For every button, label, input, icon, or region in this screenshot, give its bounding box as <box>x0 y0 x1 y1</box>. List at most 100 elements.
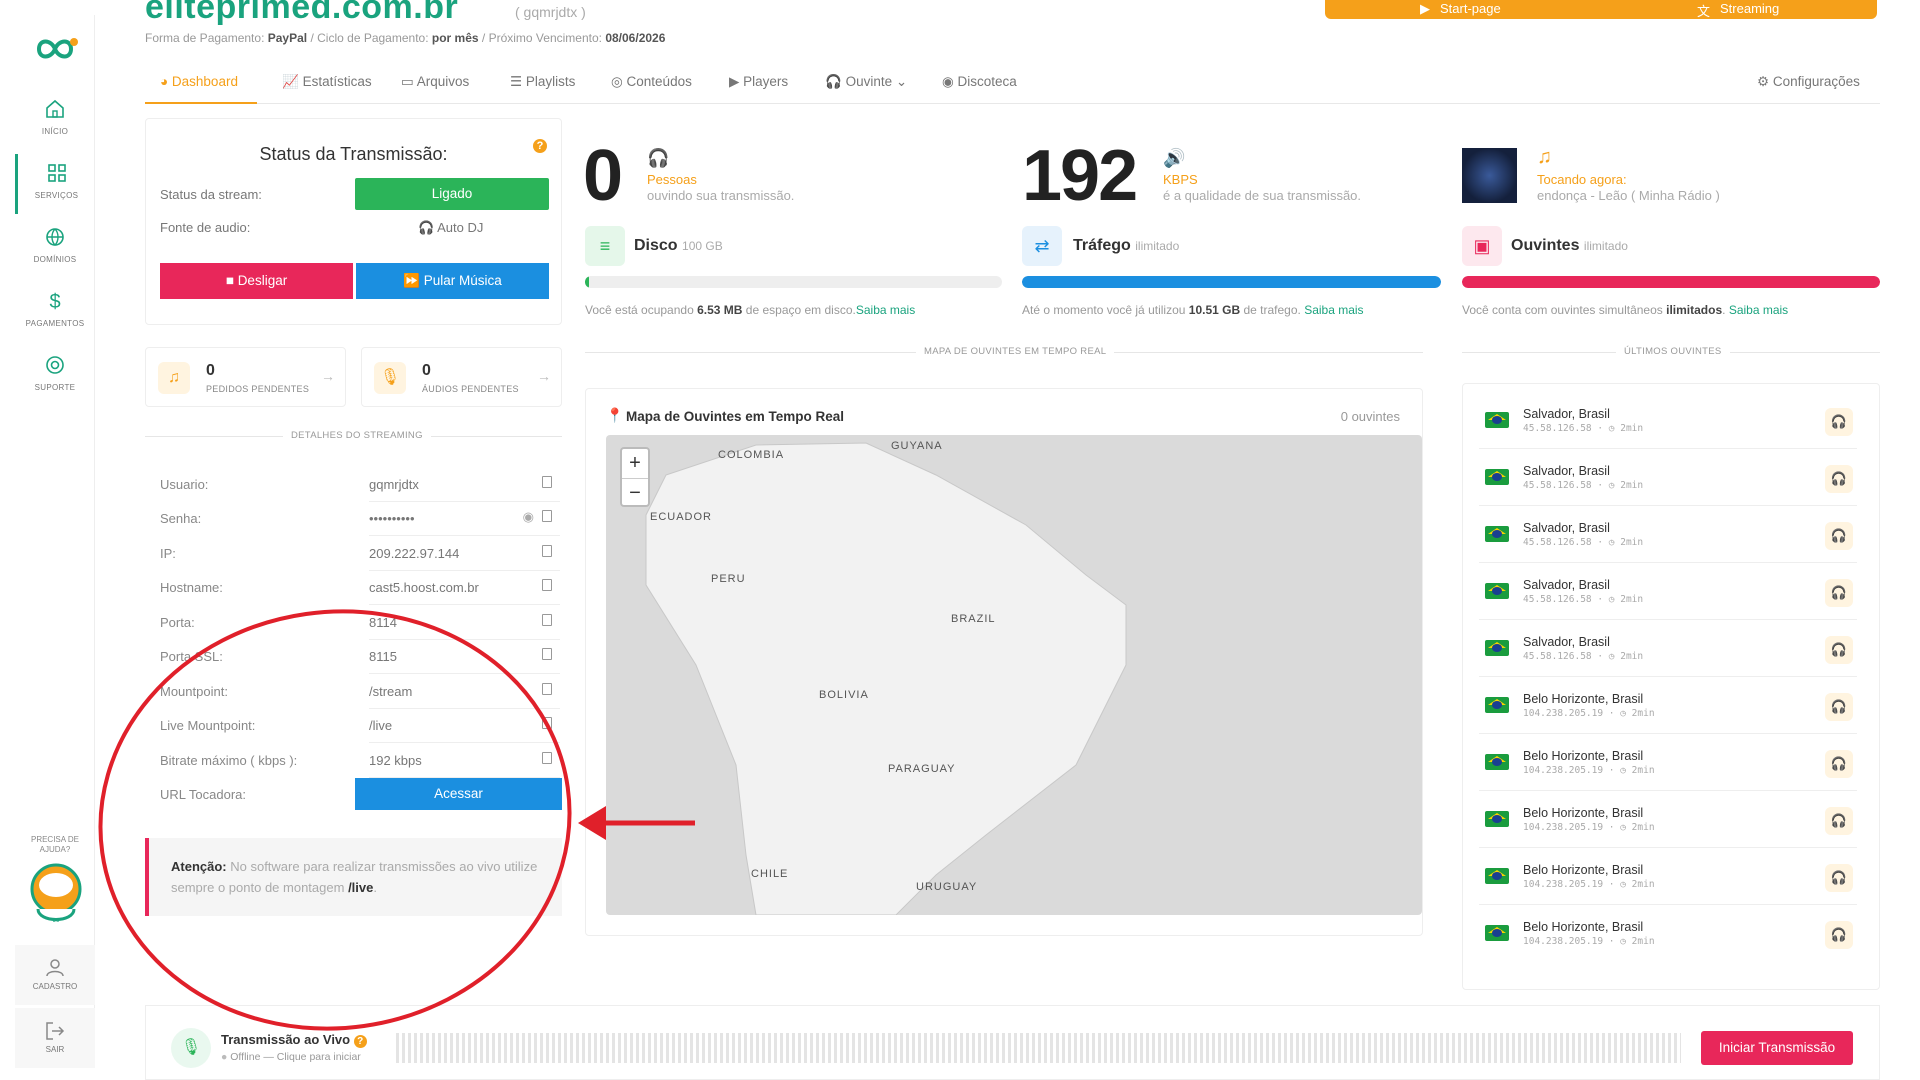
headphones-icon[interactable]: 🎧 <box>1825 465 1853 493</box>
detail-key: Hostname: <box>160 580 223 595</box>
tab-ouvinte[interactable]: 🎧 Ouvinte ⌄ <box>825 74 907 90</box>
microphone-icon[interactable]: 🎙 <box>171 1028 211 1068</box>
country-label: URUGUAY <box>916 881 978 893</box>
pending-requests-card[interactable]: ♫ 0 PEDIDOS PENDENTES → <box>145 347 346 407</box>
infinity-logo-icon[interactable] <box>29 29 81 69</box>
copy-icon[interactable] <box>542 510 552 522</box>
dollar-icon: $ <box>49 291 60 312</box>
country-label: GUYANA <box>891 440 943 452</box>
status-card: Status da Transmissão: ? Status da strea… <box>145 118 562 325</box>
sidebar-item-servicos[interactable]: SERVIÇOS <box>15 154 95 214</box>
copy-icon[interactable] <box>542 545 552 557</box>
listener-city: Belo Horizonte, Brasil <box>1523 920 1644 934</box>
listener-ip: 104.238.205.19 · ◷ 2min <box>1523 708 1655 719</box>
sair-button[interactable]: SAIR <box>15 1008 95 1068</box>
detail-row-usuario: Usuario: gqmrjdtx <box>160 468 560 502</box>
detail-value: 209.222.97.144 <box>369 546 460 561</box>
listeners-label: Pessoas <box>647 172 697 187</box>
tab-arquivos[interactable]: ▭ Arquivos <box>401 74 469 90</box>
iniciar-transmissao-button[interactable]: Iniciar Transmissão <box>1701 1031 1853 1065</box>
traffic-title: Tráfego ilimitado <box>1073 237 1179 255</box>
headphones-icon[interactable]: 🎧 <box>1825 693 1853 721</box>
sair-label: SAIR <box>45 1045 65 1054</box>
copy-icon[interactable] <box>542 579 552 591</box>
payment-cycle: por mês <box>431 31 479 45</box>
tab-conteudos[interactable]: ◎ Conteúdos <box>611 74 692 90</box>
alert-mount: /live <box>348 880 374 895</box>
sidebar-item-pagamentos[interactable]: $ PAGAMENTOS <box>15 282 95 342</box>
zoom-in-button[interactable]: + <box>622 449 648 478</box>
zoom-out-button[interactable]: − <box>622 478 648 507</box>
brazil-flag-icon <box>1485 754 1509 770</box>
desligar-button[interactable]: ■ Desligar <box>160 263 353 299</box>
listeners-map[interactable]: + − COLOMBIA GUYANA ECUADOR PERU BRAZIL … <box>606 435 1422 915</box>
detail-key: Live Mountpoint: <box>160 718 256 733</box>
headphones-icon[interactable]: 🎧 <box>1825 636 1853 664</box>
acessar-button[interactable]: Acessar <box>355 778 562 810</box>
saiba-mais-link[interactable]: Saiba mais <box>1729 303 1788 317</box>
list-item: Salvador, Brasil 45.58.126.58 · ◷ 2min 🎧 <box>1479 620 1857 677</box>
saiba-mais-link[interactable]: Saiba mais <box>1304 303 1363 317</box>
country-label: BOLIVIA <box>819 689 869 701</box>
pending-audios-card[interactable]: 🎙 0 ÁUDIOS PENDENTES → <box>361 347 562 407</box>
copy-icon[interactable] <box>542 683 552 695</box>
sidebar: INÍCIO SERVIÇOS DOMÍNIOS $ PAGAMENTOS SU… <box>15 15 95 1068</box>
copy-icon[interactable] <box>542 717 552 729</box>
headphones-icon[interactable]: 🎧 <box>1825 408 1853 436</box>
settings-link[interactable]: ⚙ Configurações <box>1757 74 1860 90</box>
country-label: COLOMBIA <box>718 449 785 461</box>
audio-waveform <box>396 1033 1681 1063</box>
sidebar-item-label: SERVIÇOS <box>34 191 79 200</box>
headphones-icon[interactable]: 🎧 <box>1825 522 1853 550</box>
help-icon[interactable]: ? <box>353 1035 367 1048</box>
detail-row-senha: Senha: •••••••••• ◉ <box>160 502 560 536</box>
tab-dashboard[interactable]: ◕ Dashboard <box>160 74 238 89</box>
headphones-icon[interactable]: 🎧 <box>1825 579 1853 607</box>
list-item: Belo Horizonte, Brasil 104.238.205.19 · ◷… <box>1479 677 1857 734</box>
headphones-icon[interactable]: 🎧 <box>1825 921 1853 949</box>
detail-value: 8115 <box>369 649 397 664</box>
arrow-right-icon: → <box>321 368 335 384</box>
map-listener-count: 0 ouvintes <box>1340 409 1400 424</box>
lifebuoy-icon <box>46 356 64 374</box>
cadastro-button[interactable]: CADASTRO <box>15 945 95 1005</box>
mascot-icon[interactable]: ∞ <box>28 863 84 929</box>
status-title: Status da Transmissão: <box>259 144 448 164</box>
svg-text:$: $ <box>49 291 60 312</box>
detail-value: gqmrjdtx <box>369 477 419 492</box>
copy-icon[interactable] <box>542 614 552 626</box>
listeners-count: 0 <box>583 136 623 216</box>
copy-icon[interactable] <box>542 476 552 488</box>
copy-icon[interactable] <box>542 648 552 660</box>
detail-underline <box>369 604 560 605</box>
podcast-icon: ◎ <box>611 74 627 89</box>
tab-estatisticas[interactable]: 📈 Estatísticas <box>282 74 372 90</box>
music-note-icon: ♫ <box>158 362 190 394</box>
listener-city: Belo Horizonte, Brasil <box>1523 749 1644 763</box>
headphones-icon[interactable]: 🎧 <box>1825 750 1853 778</box>
pending-audios-label: ÁUDIOS PENDENTES <box>422 384 519 394</box>
saiba-mais-link[interactable]: Saiba mais <box>856 303 915 317</box>
listeners-sub: ouvindo sua transmissão. <box>647 188 795 203</box>
start-page-button[interactable]: ▶ Start-page 文 Streaming <box>1325 0 1877 19</box>
listener-ip: 45.58.126.58 · ◷ 2min <box>1523 480 1644 491</box>
eye-icon[interactable]: ◉ <box>523 509 534 525</box>
disc-icon: ◉ <box>942 74 958 89</box>
country-label: PARAGUAY <box>888 763 956 775</box>
headphones-icon[interactable]: 🎧 <box>1825 807 1853 835</box>
detail-value: /stream <box>369 684 413 699</box>
tab-players[interactable]: ▶ Players <box>729 74 788 90</box>
help-icon[interactable]: ? <box>533 139 547 153</box>
detail-row-live-mountpoint: Live Mountpoint: /live <box>160 709 560 743</box>
tab-discoteca[interactable]: ◉ Discoteca <box>942 74 1017 90</box>
headphones-icon[interactable]: 🎧 <box>1825 864 1853 892</box>
live-status-text: Offline — Clique para iniciar <box>230 1051 361 1063</box>
sidebar-item-suporte[interactable]: SUPORTE <box>15 346 95 406</box>
pular-musica-button[interactable]: ⏩ Pular Música <box>356 263 549 299</box>
detail-row-mountpoint: Mountpoint: /stream <box>160 675 560 709</box>
sidebar-item-inicio[interactable]: INÍCIO <box>15 90 95 150</box>
sidebar-item-dominios[interactable]: DOMÍNIOS <box>15 218 95 278</box>
copy-icon[interactable] <box>542 752 552 764</box>
tab-playlists[interactable]: ☰ Playlists <box>510 74 575 90</box>
tab-label: Arquivos <box>416 74 470 89</box>
